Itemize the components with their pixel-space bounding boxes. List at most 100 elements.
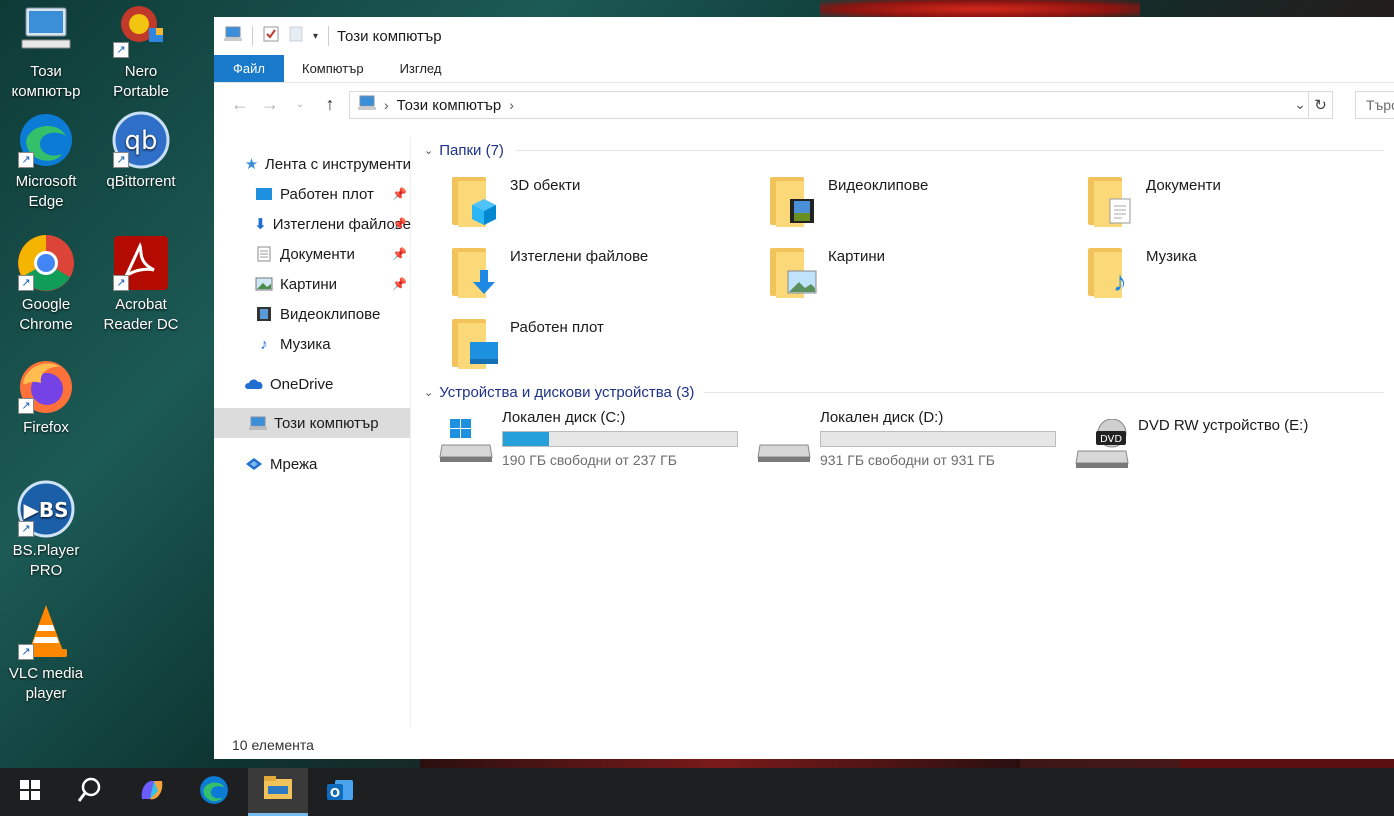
tab-computer[interactable]: Компютър (284, 55, 382, 82)
nav-item-pictures[interactable]: Картини 📌 (254, 269, 411, 299)
nav-item-quick-access[interactable]: ★ Лента с инструменти (244, 149, 411, 179)
forward-arrow-icon[interactable]: → (258, 94, 282, 115)
shortcut-arrow-icon: ↗ (113, 42, 129, 58)
address-bar[interactable]: › Този компютър › ⌄ ↻ (349, 91, 1333, 119)
desktop-icon-qbittorrent[interactable]: qb ↗ qBittorrent (95, 110, 187, 192)
desktop-icon-label: Portable (113, 83, 169, 100)
outlook-taskbar-button[interactable]: O (310, 768, 370, 816)
wallpaper-accent (820, 0, 1140, 18)
downloads-icon (446, 244, 502, 300)
nav-item-label: OneDrive (270, 375, 334, 393)
nav-item-videos[interactable]: Видеоклипове (254, 299, 411, 329)
copilot-icon (138, 777, 166, 808)
divider (516, 150, 1384, 151)
drive-usage-bar (820, 431, 1056, 447)
chevron-right-icon[interactable]: › (509, 97, 514, 113)
taskbar: O (0, 768, 1394, 816)
folder-documents[interactable]: Документи (1082, 173, 1382, 235)
chevron-down-icon[interactable]: ⌄ (424, 386, 433, 399)
folder-name: Документи (1146, 177, 1221, 194)
drive-free-space: 931 ГБ свободни от 931 ГБ (820, 452, 995, 468)
nav-item-music[interactable]: ♪ Музика (254, 329, 411, 359)
folder-videos[interactable]: Видеоклипове (764, 173, 1064, 235)
refresh-icon[interactable]: ↻ (1308, 92, 1332, 118)
video-icon (254, 305, 274, 323)
svg-text:DVD: DVD (1100, 434, 1122, 445)
pc-icon (358, 95, 376, 115)
drive-usage-bar (502, 431, 738, 447)
drive-c[interactable]: Локален диск (C:) 190 ГБ свободни от 237… (438, 409, 748, 469)
desktop-icon-this-pc[interactable]: Този компютър (0, 0, 92, 102)
nav-item-this-pc[interactable]: Този компютър (214, 408, 410, 438)
pc-icon (248, 414, 268, 432)
divider (704, 392, 1384, 393)
window-title: Този компютър (337, 27, 442, 45)
shortcut-arrow-icon: ↗ (18, 644, 34, 660)
pin-icon[interactable]: 📌 (392, 277, 407, 291)
chevron-down-icon[interactable]: ⌄ (424, 144, 433, 157)
nav-item-label: Видеоклипове (280, 305, 381, 323)
search-input[interactable]: Търс (1355, 91, 1394, 119)
nav-item-documents[interactable]: Документи 📌 (254, 239, 411, 269)
breadcrumb-this-pc[interactable]: Този компютър (397, 97, 502, 114)
drive-name: DVD RW устройство (E:) (1138, 417, 1309, 434)
devices-group-header[interactable]: ⌄ Устройства и дискови устройства (3) (424, 382, 1384, 402)
pin-icon[interactable]: 📌 (392, 217, 407, 231)
properties-icon[interactable] (263, 26, 279, 46)
windows-drive-icon (438, 419, 494, 463)
drive-usage-fill (503, 432, 550, 446)
nav-item-onedrive[interactable]: OneDrive (244, 369, 411, 399)
divider (252, 26, 253, 46)
pictures-icon (254, 275, 274, 293)
dvd-drive-icon: DVD (1074, 418, 1130, 468)
documents-icon (1082, 173, 1138, 229)
customize-toolbar-icon[interactable]: ▾ (313, 31, 318, 42)
desktop-icon-nero[interactable]: ↗ Nero Portable (95, 0, 187, 102)
folder-downloads[interactable]: Изтеглени файлове (446, 244, 746, 306)
desktop-icon-label: VLC media (8, 665, 84, 682)
tab-view[interactable]: Изглед (382, 55, 460, 82)
desktop-icon-bsplayer[interactable]: ▶BS ↗ BS.Player PRO (0, 479, 92, 581)
folder-name: 3D обекти (510, 177, 581, 194)
tab-file[interactable]: Файл (214, 55, 284, 82)
divider (328, 26, 330, 46)
desktop-icon-chrome[interactable]: ↗ Google Chrome (0, 233, 92, 335)
shortcut-arrow-icon: ↗ (18, 398, 34, 414)
pin-icon[interactable]: 📌 (392, 247, 407, 261)
desktop-icon-firefox[interactable]: ↗ Firefox (0, 356, 92, 438)
recent-locations-icon[interactable]: ⌄ (288, 99, 312, 110)
nav-item-label: Картини (280, 275, 338, 293)
up-arrow-icon[interactable]: ↑ (318, 94, 342, 115)
desktop-icon-label: Acrobat (115, 296, 167, 313)
folder-desktop[interactable]: Работен плот (446, 315, 746, 377)
folder-3d-objects[interactable]: 3D обекти (446, 173, 746, 235)
new-folder-icon[interactable] (289, 26, 303, 46)
nav-item-downloads[interactable]: ⬇ Изтеглени файлове 📌 (254, 209, 411, 239)
qbittorrent-icon: qb ↗ (111, 110, 171, 170)
folders-group-header[interactable]: ⌄ Папки (7) (424, 140, 1384, 160)
folder-pictures[interactable]: Картини (764, 244, 1064, 306)
nav-item-desktop[interactable]: Работен плот 📌 (254, 179, 411, 209)
file-explorer-taskbar-button[interactable] (248, 768, 308, 816)
desktop-icon (254, 185, 274, 203)
chevron-down-icon[interactable]: ⌄ (1294, 96, 1306, 113)
edge-taskbar-button[interactable] (184, 768, 244, 816)
desktop-icon-edge[interactable]: ↗ Microsoft Edge (0, 110, 92, 212)
desktop-icon-acrobat[interactable]: ↗ Acrobat Reader DC (95, 233, 187, 335)
back-arrow-icon[interactable]: ← (228, 94, 252, 115)
start-button[interactable] (0, 768, 60, 816)
copilot-button[interactable] (122, 768, 182, 816)
chevron-right-icon[interactable]: › (384, 97, 389, 113)
drive-e-dvd[interactable]: DVD DVD RW устройство (E:) (1074, 409, 1384, 469)
desktop-icon-vlc[interactable]: ↗ VLC media player (0, 602, 92, 704)
bsplayer-icon: ▶BS ↗ (16, 479, 76, 539)
status-bar-count: 10 елемента (232, 737, 314, 753)
folder-music[interactable]: ♪ Музика (1082, 244, 1382, 306)
nav-item-network[interactable]: Мрежа (244, 449, 411, 479)
search-button[interactable] (60, 768, 120, 816)
nav-item-label: Работен плот (280, 185, 374, 203)
desktop-icon-label: Chrome (19, 316, 73, 333)
drive-d[interactable]: Локален диск (D:) 931 ГБ свободни от 931… (756, 409, 1066, 469)
pin-icon[interactable]: 📌 (392, 187, 407, 201)
nav-item-label: Изтеглени файлове (272, 215, 411, 233)
